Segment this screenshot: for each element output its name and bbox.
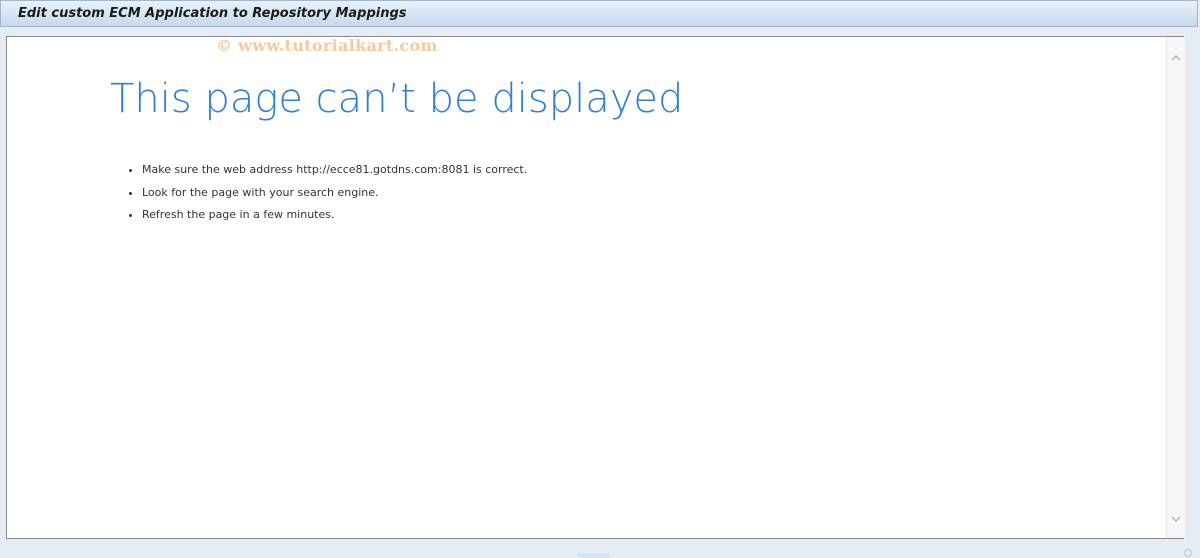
suggestion-list: Make sure the web address http://ecce81.… <box>128 162 527 230</box>
frame-edge <box>1186 36 1198 540</box>
status-indicator <box>578 553 610 558</box>
resize-grip-icon[interactable] <box>1184 549 1192 557</box>
title-bar: Edit custom ECM Application to Repositor… <box>0 0 1198 27</box>
watermark: © www.tutorialkart.com <box>216 36 438 55</box>
chevron-up-icon[interactable] <box>1171 53 1181 63</box>
suggestion-item-search-engine: Look for the page with your search engin… <box>142 185 527 208</box>
chevron-down-icon[interactable] <box>1171 514 1181 524</box>
suggestion-item-check-address: Make sure the web address http://ecce81.… <box>142 162 527 185</box>
suggestion-item-refresh: Refresh the page in a few minutes. <box>142 207 527 230</box>
window-title: Edit custom ECM Application to Repositor… <box>18 6 407 21</box>
vertical-scrollbar[interactable] <box>1166 37 1185 538</box>
error-heading: This page can’t be displayed <box>110 76 684 122</box>
dialog-window: Edit custom ECM Application to Repositor… <box>0 0 1200 558</box>
